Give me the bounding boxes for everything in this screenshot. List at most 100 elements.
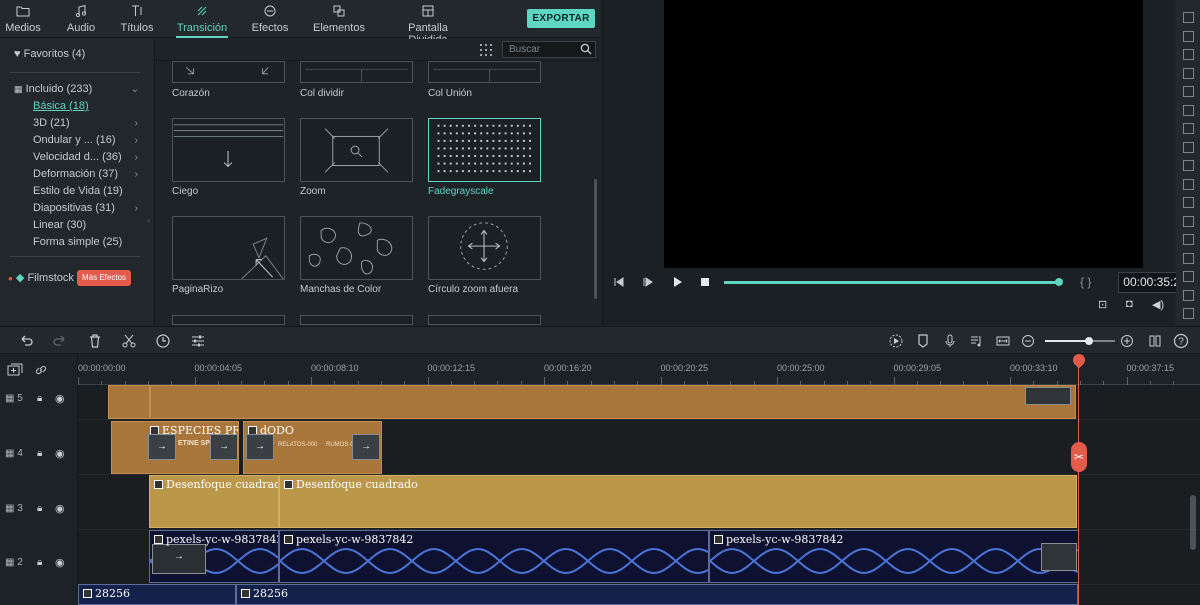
zoom-out-icon[interactable] [1020,333,1036,349]
side-panel-checkbox[interactable] [1183,178,1194,190]
playback-progress-bar[interactable] [724,281,1058,284]
side-panel-checkbox[interactable] [1183,141,1194,153]
audio-mixer-icon[interactable] [968,333,984,349]
lock-icon[interactable]: 🔒︎ [37,503,42,514]
side-panel-checkbox[interactable] [1183,104,1194,116]
transition-thumb[interactable] [428,315,541,325]
side-panel-checkbox[interactable] [1183,160,1194,171]
eye-icon[interactable]: ◉ [55,392,65,405]
effect-clip-blur[interactable]: Desenfoque cuadrado [279,475,1077,528]
tab-effects[interactable]: Efectos [248,0,292,38]
marker-icon[interactable] [915,333,931,349]
title-clip-dodo[interactable]: dODO → RELATOS-000 RUMOS CA → [243,421,382,474]
clock-icon[interactable] [155,333,171,349]
video-clip[interactable]: 28256 [236,584,1078,605]
eye-icon[interactable]: ◉ [55,502,65,515]
tab-audio[interactable]: Audio [62,0,100,38]
video-clip[interactable]: 28256 [78,584,236,605]
scissors-icon[interactable] [121,333,137,349]
snapshot-icon[interactable]: ◘ [1126,298,1133,310]
side-panel-checkbox[interactable] [1183,12,1194,23]
search-icon[interactable] [580,43,592,55]
title-clip[interactable] [108,385,150,419]
sidebar-item-favorites[interactable]: ♥ Favoritos (4) [14,46,169,63]
display-settings-icon[interactable]: ⊡ [1098,298,1107,311]
adjust-icon[interactable] [190,333,206,349]
in-out-markers[interactable]: { } [1080,275,1091,289]
undo-icon[interactable] [18,333,34,349]
side-panel-checkbox[interactable] [1183,234,1194,245]
tab-titles[interactable]: Títulos [118,0,156,38]
side-panel-checkbox[interactable] [1183,49,1194,60]
video-clip[interactable]: → pexels-yc-w-9837842 [149,530,279,583]
transition-thumb-col-union[interactable] [428,61,541,83]
video-clip[interactable]: pexels-yc-w-9837842 [279,530,709,583]
side-panel-checkbox[interactable] [1183,252,1194,264]
tab-elements[interactable]: Elementos [311,0,367,38]
tab-transition[interactable]: Transición [176,0,228,38]
side-panel-checkbox[interactable] [1183,30,1194,42]
previous-frame-icon[interactable] [612,275,626,289]
transition-label: Zoom [300,186,326,197]
timeline-scrollbar[interactable] [1190,495,1196,550]
eye-icon[interactable]: ◉ [55,447,65,460]
tab-split-screen[interactable]: Pantalla Dividida [388,0,468,46]
side-panel-checkbox[interactable] [1183,67,1194,79]
grid-view-icon[interactable] [480,44,492,56]
microphone-icon[interactable] [942,333,958,349]
side-panel-checkbox[interactable] [1183,289,1194,301]
preview-tools: ⊡ ◘ ◀) ⤢ [1094,298,1185,314]
scrollbar[interactable] [594,179,597,299]
volume-icon[interactable]: ◀) [1152,298,1164,311]
transition-thumb-col-split[interactable] [300,61,413,83]
title-clip-especies[interactable]: ESPECIES PROF → ETINE SPECI → [111,421,239,474]
transition-thumb[interactable] [172,315,285,325]
split-at-playhead-icon[interactable]: ✂ [1071,442,1087,472]
lock-icon[interactable]: 🔒︎ [37,393,42,404]
export-button[interactable]: EXPORTAR [527,9,595,28]
lock-icon[interactable]: 🔒︎ [37,448,42,459]
link-icon[interactable] [34,363,48,377]
transition-thumb-zoom[interactable] [300,118,413,182]
dot [529,170,531,173]
transition-thumb-page-curl[interactable] [172,216,285,280]
add-track-icon[interactable] [7,363,23,377]
side-panel-checkbox[interactable] [1183,123,1194,134]
next-frame-icon[interactable] [641,275,655,289]
zoom-slider-handle[interactable] [1085,337,1093,345]
zoom-in-icon[interactable] [1119,333,1135,349]
side-panel-checkbox[interactable] [1183,271,1194,282]
transition-thumb-fadegrayscale[interactable] [428,118,541,182]
sidebar-item-included[interactable]: ▦ Incluido (233) ⌄ [14,81,169,98]
transition-thumb-heart[interactable] [172,61,285,83]
transition-thumb-color-blots[interactable] [300,216,413,280]
side-panel-checkbox[interactable] [1183,197,1194,208]
effect-clip-blur[interactable]: Desenfoque cuadrado [149,475,279,528]
lock-icon[interactable]: 🔒︎ [37,557,42,568]
collapse-panel-icon[interactable]: ‹ [147,215,150,225]
clip-label: pexels-yc-w-9837842 [714,533,843,546]
stop-icon[interactable] [698,275,712,289]
delete-icon[interactable] [87,333,103,349]
tab-media[interactable]: Medios [2,0,44,38]
more-effects-badge[interactable]: Más Efectos [77,270,132,286]
play-icon[interactable] [670,275,684,289]
title-clip[interactable] [150,385,1076,419]
help-icon[interactable]: ? [1173,333,1189,349]
timeline-ruler[interactable]: 00:00:00:00 00:00:04:05 00:00:08:10 00:00:1… [78,355,1200,385]
fit-timeline-icon[interactable] [995,333,1011,349]
transition-thumb[interactable] [300,315,413,325]
playback-scrubber-handle[interactable] [1055,278,1063,286]
dot [455,124,458,127]
eye-icon[interactable]: ◉ [55,556,65,569]
video-clip[interactable]: pexels-yc-w-9837842 [709,530,1079,583]
panel-layout-icon[interactable] [1147,333,1163,349]
side-panel-checkbox[interactable] [1183,215,1194,227]
side-panel-checkbox[interactable] [1183,308,1194,319]
transition-thumb-circle-zoom-out[interactable] [428,216,541,280]
render-icon[interactable] [888,333,904,349]
redo-icon[interactable] [52,333,68,349]
playhead[interactable] [1078,365,1079,605]
transition-thumb-blind[interactable] [172,118,285,182]
side-panel-checkbox[interactable] [1183,86,1194,97]
